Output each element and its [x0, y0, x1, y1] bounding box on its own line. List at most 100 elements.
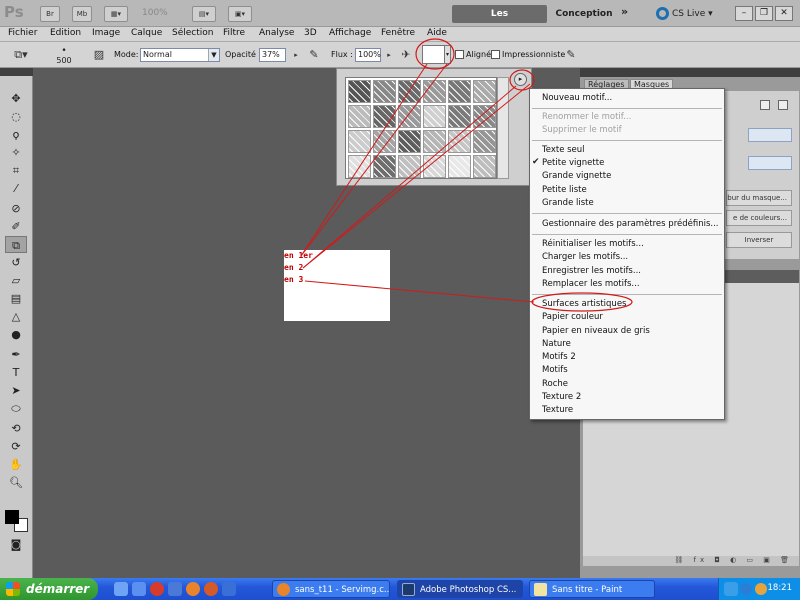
pattern-swatch[interactable]	[473, 155, 496, 178]
close-button[interactable]: ✕	[775, 6, 793, 21]
arrange-documents-icon[interactable]: ▤▾	[192, 6, 216, 22]
zoom-tool-icon[interactable]: 🔍︎	[5, 474, 27, 491]
workspace-design-button[interactable]: Conception	[552, 5, 616, 23]
quicklaunch-icon[interactable]	[204, 582, 218, 596]
menu-item-texture[interactable]: Texture	[542, 404, 573, 417]
crop-tool-icon[interactable]: ⌗	[5, 162, 27, 179]
view-extras-icon[interactable]: ▦▾	[104, 6, 128, 22]
healing-brush-tool-icon[interactable]: ⊘	[5, 200, 27, 217]
menu-analyse[interactable]: Analyse	[259, 28, 294, 38]
pattern-swatch[interactable]	[423, 80, 446, 103]
pattern-swatch[interactable]	[448, 155, 471, 178]
pattern-stamp-tool-icon[interactable]: ⧉▾	[12, 46, 30, 64]
menu-item-texture-2[interactable]: Texture 2	[542, 391, 581, 404]
pattern-swatch[interactable]	[398, 155, 421, 178]
pattern-swatch[interactable]	[348, 105, 371, 128]
menu-item-large-list[interactable]: Grande liste	[542, 197, 594, 210]
menu-item-artist-surfaces[interactable]: Surfaces artistiques	[542, 298, 626, 311]
opera-icon[interactable]	[150, 582, 164, 596]
pattern-swatch[interactable]	[448, 105, 471, 128]
menu-item-replace-patterns[interactable]: Remplacer les motifs...	[542, 278, 640, 291]
pattern-stamp-tool-icon[interactable]: ⧉	[5, 236, 27, 253]
quick-mask-icon[interactable]: ◙	[5, 536, 27, 553]
menu-item-nature[interactable]: Nature	[542, 338, 571, 351]
network-icon[interactable]	[740, 583, 752, 595]
menu-item-rock[interactable]: Roche	[542, 378, 568, 391]
menu-edition[interactable]: Edition	[50, 28, 81, 38]
pattern-swatch[interactable]	[448, 80, 471, 103]
menu-image[interactable]: Image	[92, 28, 120, 38]
pattern-swatch[interactable]	[373, 80, 396, 103]
history-brush-tool-icon[interactable]: ↺	[5, 254, 27, 271]
mini-bridge-button[interactable]: Mb	[72, 6, 92, 22]
menu-item-delete-pattern[interactable]: Supprimer le motif	[542, 124, 622, 137]
firefox-icon[interactable]	[186, 582, 200, 596]
pattern-swatch[interactable]	[473, 105, 496, 128]
menu-calque[interactable]: Calque	[131, 28, 162, 38]
pattern-swatch-grid[interactable]	[345, 77, 497, 179]
move-tool-icon[interactable]: ✥	[5, 90, 27, 107]
pattern-picker-menu-button[interactable]: ▸	[514, 73, 527, 86]
type-tool-icon[interactable]: T	[5, 364, 27, 381]
pattern-picker-scrollbar[interactable]	[497, 77, 509, 179]
pattern-swatch-picker[interactable]	[422, 45, 445, 64]
menu-item-load-patterns[interactable]: Charger les motifs...	[542, 251, 628, 264]
quicklaunch-icon[interactable]	[132, 582, 146, 596]
flow-slider-arrow-icon[interactable]: ▸	[383, 46, 395, 64]
pattern-swatch[interactable]	[373, 130, 396, 153]
pattern-swatch[interactable]	[473, 80, 496, 103]
bridge-button[interactable]: Br	[40, 6, 60, 22]
pattern-swatch[interactable]	[348, 130, 371, 153]
3d-orbit-tool-icon[interactable]: ⟳	[5, 438, 27, 455]
menu-fichier[interactable]: Fichier	[8, 28, 37, 38]
tablet-pressure-size-icon[interactable]: ✎	[562, 46, 580, 64]
hand-tool-icon[interactable]: ✋	[5, 456, 27, 473]
quicklaunch-icon[interactable]	[168, 582, 182, 596]
impressionist-checkbox[interactable]	[491, 50, 500, 59]
opacity-input[interactable]: 37%	[259, 48, 286, 62]
document-canvas[interactable]: en 1er en 2 en 3	[284, 250, 390, 321]
menu-item-save-patterns[interactable]: Enregistrer les motifs...	[542, 265, 641, 278]
eraser-tool-icon[interactable]: ▱	[5, 272, 27, 289]
color-range-button[interactable]: e de couleurs...	[726, 210, 792, 226]
menu-item-patterns[interactable]: Motifs	[542, 364, 568, 377]
tools-panel-header[interactable]	[0, 68, 33, 76]
menu-aide[interactable]: Aide	[427, 28, 447, 38]
pattern-swatch[interactable]	[373, 105, 396, 128]
menu-item-text-only[interactable]: Texte seul	[542, 144, 585, 157]
menu-item-reset-patterns[interactable]: Réinitialiser les motifs...	[542, 238, 644, 251]
blur-tool-icon[interactable]: △	[5, 308, 27, 325]
density-field[interactable]	[748, 128, 792, 142]
quick-selection-tool-icon[interactable]: ✧	[5, 144, 27, 161]
pattern-swatch[interactable]	[398, 80, 421, 103]
brush-preset-picker[interactable]: • 500	[56, 46, 72, 65]
mode-select[interactable]: Normal ▼	[140, 48, 220, 62]
pattern-swatch[interactable]	[398, 130, 421, 153]
quicklaunch-icon[interactable]	[222, 582, 236, 596]
menu-fenetre[interactable]: Fenêtre	[381, 28, 415, 38]
menu-affichage[interactable]: Affichage	[329, 28, 371, 38]
gradient-tool-icon[interactable]: ▤	[5, 290, 27, 307]
eyedropper-tool-icon[interactable]: ⁄	[5, 180, 27, 197]
menu-3d[interactable]: 3D	[304, 28, 317, 38]
workspace-more-icon[interactable]: »	[621, 5, 639, 23]
pattern-swatch[interactable]	[423, 105, 446, 128]
maximize-button[interactable]: ❐	[755, 6, 773, 21]
pattern-swatch[interactable]	[348, 155, 371, 178]
taskbar-item-servimg[interactable]: sans_t11 - Servimg.c...	[272, 580, 390, 598]
flow-input[interactable]: 100%	[355, 48, 381, 62]
pattern-swatch[interactable]	[348, 80, 371, 103]
dodge-tool-icon[interactable]: ●	[5, 326, 27, 343]
pattern-swatch[interactable]	[373, 155, 396, 178]
path-selection-tool-icon[interactable]: ➤	[5, 382, 27, 399]
cs-live-button[interactable]: CS Live ▾	[656, 6, 713, 22]
pattern-swatch[interactable]	[473, 130, 496, 153]
menu-item-preset-manager[interactable]: Gestionnaire des paramètres prédéfinis..…	[542, 218, 719, 231]
aligned-checkbox[interactable]	[455, 50, 464, 59]
pattern-swatch[interactable]	[423, 155, 446, 178]
taskbar-item-paint[interactable]: Sans titre - Paint	[529, 580, 655, 598]
lasso-tool-icon[interactable]: ϙ	[5, 126, 27, 143]
pixel-mask-icon[interactable]	[760, 100, 770, 110]
menu-item-small-thumbnail[interactable]: Petite vignette	[542, 157, 604, 170]
pattern-picker-arrow-icon[interactable]: ▾	[444, 45, 451, 64]
